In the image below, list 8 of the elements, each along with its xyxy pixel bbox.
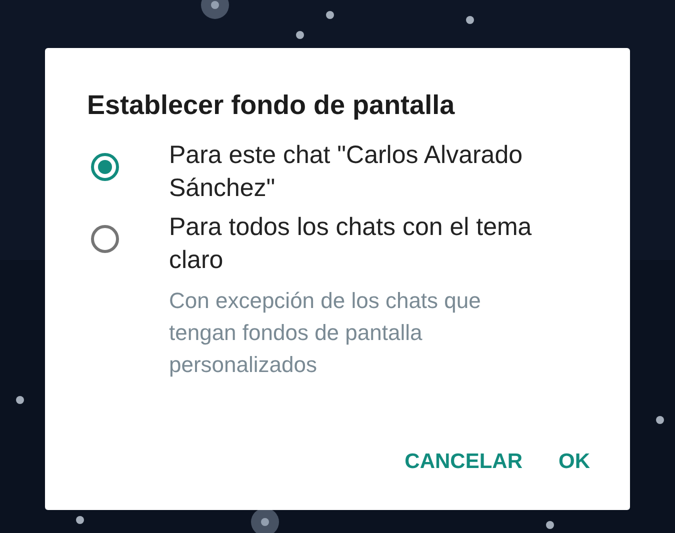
radio-button[interactable] bbox=[91, 153, 119, 181]
dialog-button[interactable]: OK bbox=[558, 444, 590, 480]
radio-button[interactable] bbox=[91, 225, 119, 253]
option-description: Con excepción de los chats que tengan fondos de pantalla personalizados bbox=[169, 287, 482, 379]
dialog-button[interactable]: CANCELAR bbox=[404, 444, 522, 480]
option-label: Para todos los chats con el tema claro bbox=[169, 212, 533, 276]
option-label: Para este chat "Carlos Alvarado Sánchez" bbox=[169, 140, 524, 204]
dialog-title: Establecer fondo de pantalla bbox=[87, 90, 456, 121]
